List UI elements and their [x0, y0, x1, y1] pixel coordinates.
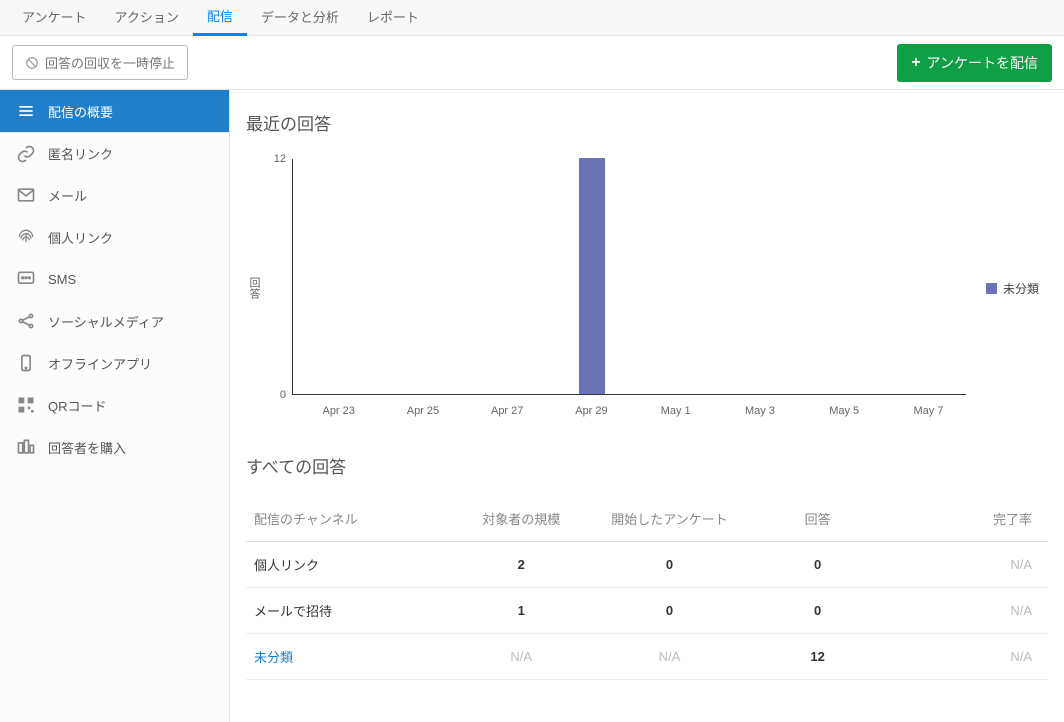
sidebar-item-匿名リンク[interactable]: 匿名リンク	[0, 132, 229, 174]
sidebar-item-回答者を購入[interactable]: 回答者を購入	[0, 426, 229, 468]
list-icon	[16, 101, 36, 121]
sidebar-item-label: SMS	[48, 272, 76, 287]
table-header-cell: 対象者の規模	[447, 509, 595, 528]
content: 配信の概要匿名リンクメール個人リンク SMS ソーシャルメディアオフラインアプリ QR…	[0, 90, 1064, 722]
sub-toolbar: 回答の回収を一時停止 + アンケートを配信	[0, 36, 1064, 90]
table-cell: 0	[744, 557, 892, 572]
qr-icon	[16, 395, 36, 415]
table-cell: 0	[595, 603, 743, 618]
sidebar: 配信の概要匿名リンクメール個人リンク SMS ソーシャルメディアオフラインアプリ QR…	[0, 90, 230, 722]
table-cell: メールで招待	[246, 601, 447, 620]
table-cell: N/A	[892, 603, 1048, 618]
share-icon	[16, 311, 36, 331]
sidebar-item-オフラインアプリ[interactable]: オフラインアプリ	[0, 342, 229, 384]
table-cell: N/A	[595, 649, 743, 664]
y-tick: 0	[266, 389, 286, 401]
y-tick: 12	[266, 153, 286, 165]
tab-配信[interactable]: 配信	[193, 0, 247, 36]
sidebar-item-label: メール	[48, 186, 87, 205]
table-cell: 12	[744, 649, 892, 664]
top-nav: アンケートアクション配信データと分析レポート	[0, 0, 1064, 36]
table-row: メールで招待100N/A	[246, 588, 1048, 634]
tab-レポート[interactable]: レポート	[353, 0, 433, 36]
sidebar-item-label: ソーシャルメディア	[48, 312, 164, 331]
prohibit-icon	[25, 56, 39, 70]
chart-bar	[579, 158, 605, 394]
all-responses-title: すべての回答	[246, 453, 1048, 478]
table-row: 未分類N/AN/A12N/A	[246, 634, 1048, 680]
legend-label: 未分類	[1003, 280, 1039, 297]
purchase-icon	[16, 437, 36, 457]
sidebar-item-label: 回答者を購入	[48, 438, 126, 457]
table-header-cell: 開始したアンケート	[595, 509, 743, 528]
tab-アンケート[interactable]: アンケート	[8, 0, 100, 36]
sidebar-item-label: 配信の概要	[48, 102, 113, 121]
sidebar-item-label: 個人リンク	[48, 228, 113, 247]
sidebar-item-SMS[interactable]: SMS	[0, 258, 229, 300]
y-axis-label: 回答	[246, 277, 262, 299]
tab-データと分析[interactable]: データと分析	[247, 0, 353, 36]
legend-swatch	[986, 283, 997, 294]
chart-legend: 未分類	[986, 280, 1039, 297]
x-tick: Apr 23	[322, 405, 354, 417]
x-tick: Apr 25	[407, 405, 439, 417]
x-tick: May 5	[829, 405, 859, 417]
x-tick: May 3	[745, 405, 775, 417]
chart-plot-area	[292, 159, 966, 395]
table-row: 個人リンク200N/A	[246, 542, 1048, 588]
tab-アクション[interactable]: アクション	[100, 0, 192, 36]
main: 最近の回答 回答 012Apr 23Apr 25Apr 27Apr 29May …	[230, 90, 1064, 722]
table-cell: 0	[595, 557, 743, 572]
fingerprint-icon	[16, 227, 36, 247]
distribute-label: アンケートを配信	[927, 53, 1038, 73]
sidebar-item-QRコード[interactable]: QRコード	[0, 384, 229, 426]
tablet-icon	[16, 353, 36, 373]
table-cell: N/A	[892, 557, 1048, 572]
sidebar-item-個人リンク[interactable]: 個人リンク	[0, 216, 229, 258]
table-cell: N/A	[892, 649, 1048, 664]
mail-icon	[16, 185, 36, 205]
table-header-row: 配信のチャンネル対象者の規模開始したアンケート回答完了率	[246, 496, 1048, 542]
sidebar-item-ソーシャルメディア[interactable]: ソーシャルメディア	[0, 300, 229, 342]
chart-wrap: 回答 0 12 Apr 23 Apr 25 Apr 27 Apr 29 May 1 May 3…	[246, 153, 1048, 423]
table-cell: 0	[744, 603, 892, 618]
x-tick: May 1	[661, 405, 691, 417]
table-header-cell: 回答	[744, 509, 892, 528]
table-cell: 1	[447, 603, 595, 618]
pause-collection-button[interactable]: 回答の回収を一時停止	[12, 45, 188, 80]
plus-icon: +	[911, 55, 920, 71]
link-icon	[16, 144, 36, 164]
sidebar-item-label: QRコード	[48, 396, 107, 415]
pause-label: 回答の回収を一時停止	[45, 53, 175, 72]
sidebar-item-label: 匿名リンク	[48, 144, 113, 163]
sidebar-item-label: オフラインアプリ	[48, 354, 152, 373]
sidebar-item-メール[interactable]: メール	[0, 174, 229, 216]
responses-table: 配信のチャンネル対象者の規模開始したアンケート回答完了率個人リンク200N/Aメ…	[246, 496, 1048, 680]
table-cell[interactable]: 未分類	[246, 647, 447, 666]
recent-responses-title: 最近の回答	[246, 110, 1048, 135]
table-cell: N/A	[447, 649, 595, 664]
x-tick: Apr 29	[575, 405, 607, 417]
x-tick: Apr 27	[491, 405, 523, 417]
table-cell: 個人リンク	[246, 555, 447, 574]
recent-responses-chart: 回答 0 12 Apr 23 Apr 25 Apr 27 Apr 29 May 1 May 3…	[246, 153, 966, 423]
x-tick: May 7	[913, 405, 943, 417]
distribute-survey-button[interactable]: + アンケートを配信	[897, 44, 1052, 82]
table-header-cell: 完了率	[892, 509, 1048, 528]
table-cell: 2	[447, 557, 595, 572]
table-header-cell: 配信のチャンネル	[246, 509, 447, 528]
sidebar-item-配信の概要[interactable]: 配信の概要	[0, 90, 229, 132]
sms-icon	[16, 269, 36, 289]
